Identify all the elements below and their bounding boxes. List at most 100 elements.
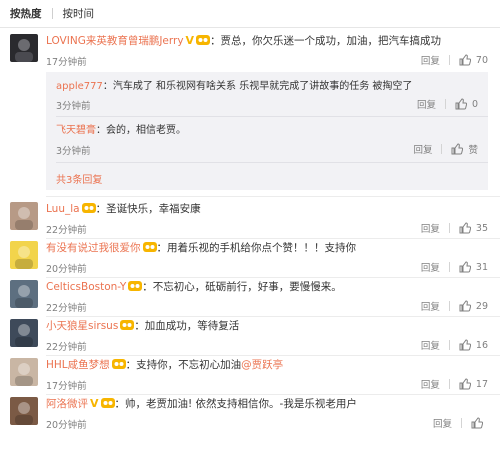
like-count: 29	[475, 300, 488, 312]
reply-time: 3分钟前	[56, 101, 91, 112]
like-button[interactable]: 70	[459, 54, 488, 66]
reply-button[interactable]: 回复	[421, 377, 440, 391]
reply-button[interactable]: 回复	[421, 260, 440, 274]
avatar-image	[10, 280, 38, 308]
like-count: 31	[475, 261, 488, 273]
comment-actions: 回复 31	[421, 260, 488, 274]
reply-divider	[56, 116, 488, 117]
vip-badge-icon	[100, 397, 115, 413]
verified-v-icon: V	[90, 397, 99, 410]
username-link[interactable]: 有没有说过我很爱你	[46, 242, 141, 254]
comment-divider	[46, 238, 500, 239]
comment-time: 22分钟前	[46, 342, 87, 353]
username-link[interactable]: HHL咸鱼梦想	[46, 359, 110, 371]
reply-actions: 回复 赞	[413, 142, 478, 156]
comment-item: Luu_la ：圣诞快乐，幸福安康 22分钟前 回复 35	[0, 202, 500, 241]
comment-line: 阿洛微评 V ：帅，老贾加油! 依然支持相信你。-我是乐视老用户	[46, 397, 357, 413]
comment-time: 22分钟前	[46, 303, 87, 314]
comment-actions: 回复 35	[421, 221, 488, 235]
comment-line: 有没有说过我很爱你 ：用着乐视的手机给你点个赞！！！支持你	[46, 241, 356, 257]
comment-time: 22分钟前	[46, 225, 87, 236]
like-button[interactable]: 0	[455, 98, 478, 110]
avatar-image	[10, 397, 38, 425]
thumbs-up-icon	[459, 378, 471, 390]
avatar-image	[10, 358, 38, 386]
avatar[interactable]	[10, 358, 38, 386]
sort-divider	[51, 8, 53, 19]
like-count: 17	[475, 378, 488, 390]
reply-button[interactable]: 回复	[421, 53, 440, 67]
like-button[interactable]: 31	[459, 261, 488, 273]
reply-button[interactable]: 回复	[413, 142, 432, 156]
mention-link[interactable]: @贾跃亭	[241, 359, 283, 371]
reply-line: apple777：汽车成了 和乐视网有啥关系 乐视早就完成了讲故事的任务 被掏空…	[56, 80, 412, 93]
comment-item: 小天狼星sirsus ：加血成功，等待复活 22分钟前 回复 16	[0, 319, 500, 358]
like-count: 70	[475, 54, 488, 66]
sort-by-time-tab[interactable]: 按时间	[63, 6, 95, 21]
verified-v-icon: V	[185, 34, 195, 47]
sort-bar: 按热度 按时间	[0, 0, 500, 28]
like-button[interactable]: 17	[459, 378, 488, 390]
avatar-image	[10, 241, 38, 269]
avatar[interactable]	[10, 34, 38, 62]
comment-line: HHL咸鱼梦想 ：支持你，不忘初心加油@贾跃亭	[46, 358, 283, 374]
reply-thread: apple777：汽车成了 和乐视网有啥关系 乐视早就完成了讲故事的任务 被掏空…	[46, 72, 488, 190]
avatar[interactable]	[10, 319, 38, 347]
reply-button[interactable]: 回复	[433, 416, 452, 430]
reply-actions: 回复 0	[417, 97, 478, 111]
comment-time: 20分钟前	[46, 420, 87, 431]
reply-button[interactable]: 回复	[421, 299, 440, 313]
reply-button[interactable]: 回复	[417, 97, 436, 111]
like-button[interactable]	[471, 417, 488, 429]
vip-badge-icon	[120, 319, 135, 335]
comment-item: 有没有说过我很爱你 ：用着乐视的手机给你点个赞！！！支持你 20分钟前 回复 31	[0, 241, 500, 280]
comment-text: ：支持你，不忘初心加油	[125, 359, 242, 371]
username-link[interactable]: Luu_la	[46, 203, 80, 215]
username-link[interactable]: 小天狼星sirsus	[46, 320, 118, 332]
comment-divider	[46, 355, 500, 356]
like-button[interactable]: 29	[459, 300, 488, 312]
comment-divider	[46, 394, 500, 395]
like-button[interactable]: 16	[459, 339, 488, 351]
vip-badge-icon	[81, 202, 96, 218]
comment-text: ：不忘初心，砥砺前行，好事，要慢慢来。	[142, 281, 342, 293]
action-divider	[448, 55, 450, 65]
avatar-image	[10, 202, 38, 230]
reply-button[interactable]: 回复	[421, 338, 440, 352]
comment-text: ：帅，老贾加油! 依然支持相信你。-我是乐视老用户	[114, 398, 357, 410]
avatar[interactable]	[10, 280, 38, 308]
comment-actions: 回复 70	[421, 53, 488, 67]
comment-actions: 回复 29	[421, 299, 488, 313]
thumbs-up-icon	[459, 222, 471, 234]
thumbs-up-icon	[459, 300, 471, 312]
reply-button[interactable]: 回复	[421, 221, 440, 235]
thumbs-up-icon	[455, 98, 467, 110]
comment-line: LOVING来英教育曾瑞鹏Jerry V ：贾总，你欠乐迷一个成功，加油，把汽车搞成…	[46, 34, 441, 50]
avatar[interactable]	[10, 241, 38, 269]
vip-badge-icon	[142, 241, 157, 257]
action-divider	[461, 418, 462, 428]
avatar[interactable]	[10, 202, 38, 230]
reply-username-link[interactable]: apple777	[56, 81, 103, 92]
like-button[interactable]: 赞	[451, 142, 478, 156]
sort-by-hot-tab[interactable]: 按热度	[10, 6, 42, 21]
vip-badge-icon	[128, 280, 143, 296]
thumbs-up-icon	[459, 261, 471, 273]
username-link[interactable]: 阿洛微评	[46, 398, 88, 410]
avatar-image	[10, 34, 38, 62]
reply-username-link[interactable]: 飞天碧膏	[56, 125, 96, 136]
more-replies-link[interactable]: 共3条回复	[56, 171, 102, 186]
username-link[interactable]: LOVING来英教育曾瑞鹏Jerry	[46, 35, 184, 47]
comment-line: CelticsBoston-Y ：不忘初心，砥砺前行，好事，要慢慢来。	[46, 280, 342, 296]
like-count: 16	[475, 339, 488, 351]
action-divider	[448, 340, 450, 350]
thumbs-up-icon	[451, 143, 464, 155]
thumbs-up-icon	[471, 417, 483, 429]
comment-divider	[46, 316, 500, 317]
username-link[interactable]: CelticsBoston-Y	[46, 281, 126, 293]
action-divider	[448, 262, 450, 272]
comment-line: Luu_la ：圣诞快乐，幸福安康	[46, 202, 201, 218]
action-divider	[444, 99, 446, 109]
avatar[interactable]	[10, 397, 38, 425]
like-button[interactable]: 35	[459, 222, 488, 234]
